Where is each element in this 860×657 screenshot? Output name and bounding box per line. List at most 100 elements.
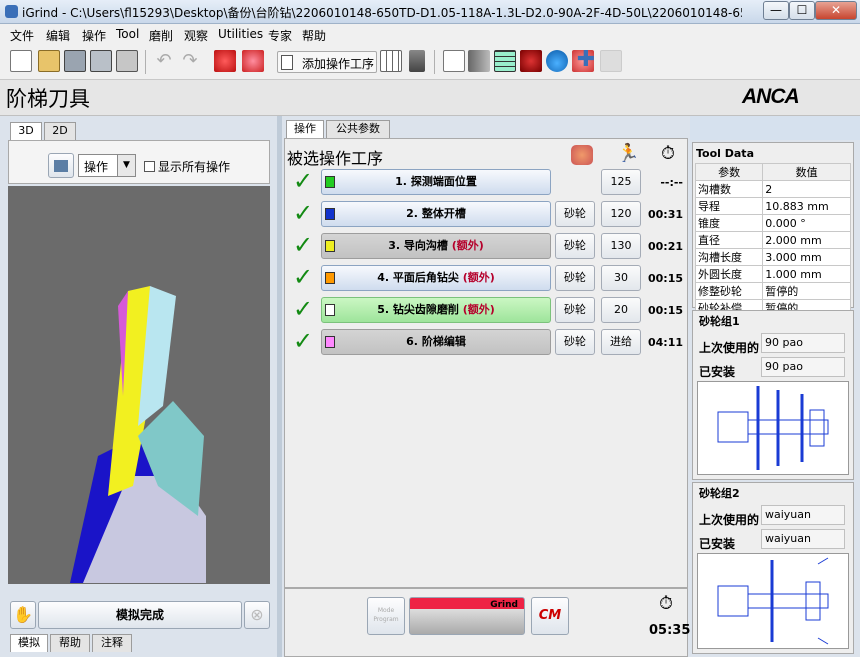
checkmark-icon[interactable]: ✓	[293, 201, 317, 225]
document-icon[interactable]	[443, 50, 465, 72]
stopwatch-header-icon: ⏱	[661, 143, 676, 164]
show-all-checkbox[interactable]	[144, 161, 155, 172]
param-value: 暂停的	[762, 282, 851, 300]
window-title-bar: iGrind - C:\Users\fl15293\Desktop\备份\台阶钻…	[0, 0, 860, 24]
operation-value-button[interactable]: 20	[601, 297, 641, 323]
last-used-label: 上次使用的	[699, 513, 760, 527]
checkmark-icon[interactable]: ✓	[293, 169, 317, 193]
checkmark-icon[interactable]: ✓	[293, 329, 317, 353]
open-folder-icon[interactable]	[38, 50, 60, 72]
table-icon[interactable]	[494, 50, 516, 72]
checkmark-icon[interactable]: ✓	[293, 297, 317, 321]
wheel-select-button[interactable]: 砂轮	[555, 329, 595, 355]
operation-value-button[interactable]: 进给	[601, 329, 641, 355]
operation-name: 导向沟槽	[403, 239, 448, 252]
menu-edit[interactable]: 编辑	[46, 27, 70, 44]
last-used-label: 上次使用的	[699, 341, 760, 355]
simulate-complete-button[interactable]: 模拟完成	[38, 601, 242, 629]
add-operation-icon	[281, 55, 293, 70]
maximize-button[interactable]: ☐	[789, 1, 815, 20]
minimize-button[interactable]: —	[763, 1, 789, 20]
operation-extra-tag: (额外)	[447, 239, 484, 252]
show-all-label: 显示所有操作	[158, 160, 231, 174]
operation-button[interactable]: 3. 导向沟槽 (额外)	[321, 233, 551, 259]
plus-icon[interactable]: ✚	[575, 49, 597, 72]
wheel-edit-icon[interactable]	[242, 50, 264, 72]
param-name: 沟槽数	[694, 180, 764, 198]
operation-number: 5.	[377, 303, 390, 316]
operation-value-button[interactable]: 125	[601, 169, 641, 195]
page-header: 阶梯刀具 ANCA	[0, 80, 860, 116]
wheel-pack-1-drawing	[717, 386, 829, 470]
operation-name: 阶梯编辑	[421, 335, 466, 348]
wheel-group-2: 砂轮组2 上次使用的 waiyuan 已安装 waiyuan	[692, 482, 854, 654]
delete-icon[interactable]	[409, 50, 425, 72]
param-name: 直径	[694, 231, 764, 249]
table-row: 沟槽数 2	[694, 180, 851, 198]
param-value: 10.883 mm	[762, 197, 851, 215]
home-view-button[interactable]	[48, 153, 74, 178]
grind-button[interactable]: Grind	[409, 597, 525, 635]
menu-expert[interactable]: 专家	[268, 27, 292, 44]
table-row: 外圆长度 1.000 mm	[694, 265, 851, 283]
disabled-icon	[600, 50, 622, 72]
wheel-select-button[interactable]: 砂轮4...	[555, 233, 595, 276]
operation-value-button[interactable]: 30	[601, 265, 641, 291]
checkmark-icon[interactable]: ✓	[293, 265, 317, 289]
grind-wheel-icon[interactable]	[214, 50, 236, 72]
coolant-icon[interactable]	[546, 50, 568, 72]
checkmark-icon[interactable]: ✓	[293, 233, 317, 257]
installed-field: waiyuan	[761, 529, 845, 549]
tool-holder-icon[interactable]	[468, 50, 490, 72]
undo-icon[interactable]: ↶	[153, 50, 175, 72]
print-icon[interactable]	[116, 50, 138, 72]
operation-button[interactable]: 1. 探测端面位置	[321, 169, 551, 195]
menu-file[interactable]: 文件	[10, 27, 34, 44]
tool-data-table: 参数 数值 沟槽数 2 导程 10.883 mm 锥度 0.000 ° 直径 2.000 mm…	[694, 163, 851, 317]
tab-notes[interactable]: 注释	[92, 634, 132, 652]
menu-help[interactable]: 帮助	[302, 27, 326, 44]
left-panel: 3D 2D 操作 ▼ 显示所有操作 ✋ 模拟完成 ⊗ 模拟 帮助 注释	[0, 116, 277, 657]
wheel-select-button[interactable]: 砂轮3...	[555, 297, 595, 340]
operation-button[interactable]: 2. 整体开槽	[321, 201, 551, 227]
operation-number: 4.	[377, 271, 390, 284]
tool-data-box: Tool Data 参数 数值 沟槽数 2 导程 10.883 mm 锥度 0.000 °…	[692, 142, 854, 317]
close-button[interactable]: ✕	[815, 1, 857, 20]
redo-icon[interactable]: ↷	[179, 50, 201, 72]
tab-common-params[interactable]: 公共参数	[326, 120, 390, 138]
grid-icon[interactable]	[380, 50, 402, 72]
tab-3d[interactable]: 3D	[10, 122, 42, 140]
wheel-select-button[interactable]: 砂轮4...	[555, 201, 595, 244]
menu-grind[interactable]: 磨削	[149, 27, 173, 44]
3d-viewport[interactable]	[8, 186, 270, 584]
operation-button[interactable]: 5. 钻尖齿隙磨削 (额外)	[321, 297, 551, 323]
save-as-icon[interactable]	[90, 50, 112, 72]
wheel-group-1: 砂轮组1 上次使用的 90 pao 已安装 90 pao	[692, 310, 854, 480]
spindle-icon[interactable]	[520, 50, 542, 72]
installed-label: 已安装	[699, 537, 736, 551]
param-value: 1.000 mm	[762, 265, 851, 283]
operation-select[interactable]: 操作 ▼	[78, 154, 136, 177]
new-file-icon[interactable]	[10, 50, 32, 72]
tab-operations[interactable]: 操作	[286, 120, 324, 138]
tab-simulate[interactable]: 模拟	[10, 634, 48, 652]
tab-help[interactable]: 帮助	[50, 634, 90, 652]
operation-number: 3.	[388, 239, 401, 252]
menu-view[interactable]: 观察	[184, 27, 208, 44]
wheel-select-button[interactable]: 砂轮1...	[555, 265, 595, 308]
menu-tool[interactable]: Tool	[116, 27, 139, 41]
tab-2d[interactable]: 2D	[44, 122, 76, 140]
menu-operation[interactable]: 操作	[82, 27, 106, 44]
cimulator-button[interactable]: CM	[531, 597, 569, 635]
hand-tool-button[interactable]: ✋	[10, 601, 36, 629]
operation-button[interactable]: 4. 平面后角钻尖 (额外)	[321, 265, 551, 291]
operation-value-button[interactable]: 120	[601, 201, 641, 227]
operation-time: 00:31	[647, 208, 683, 221]
menu-utilities[interactable]: Utilities	[218, 27, 263, 41]
save-icon[interactable]	[64, 50, 86, 72]
operation-button[interactable]: 6. 阶梯编辑	[321, 329, 551, 355]
add-operation-button[interactable]: 添加操作工序	[277, 51, 377, 73]
installed-field: 90 pao	[761, 357, 845, 377]
operation-value-button[interactable]: 130	[601, 233, 641, 259]
run-header-icon: 🏃	[617, 143, 640, 164]
